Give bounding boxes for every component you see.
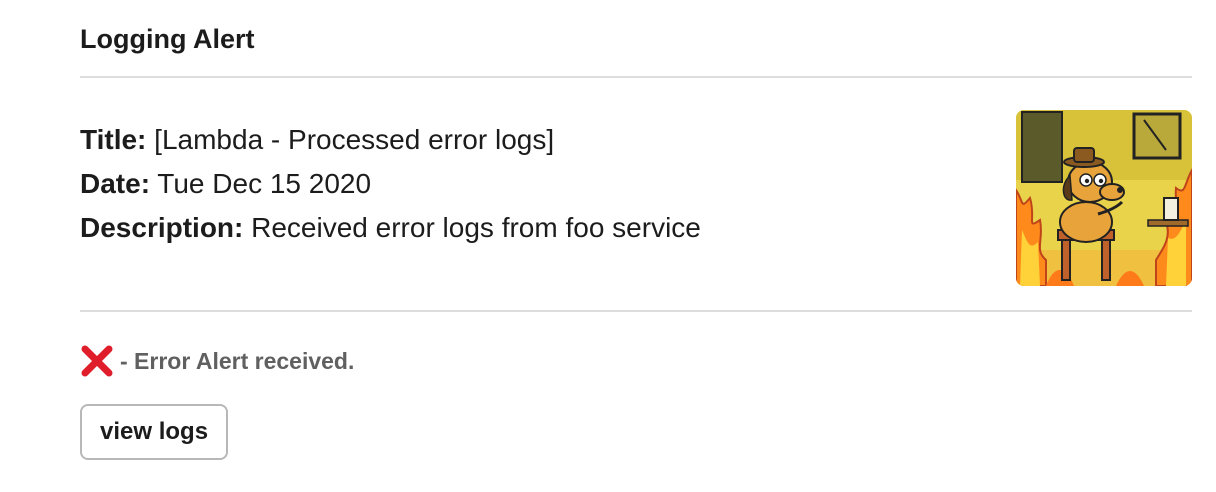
- bottom-divider: [80, 310, 1192, 312]
- this-is-fine-dog-icon: [1016, 110, 1192, 286]
- view-logs-button[interactable]: view logs: [80, 404, 229, 460]
- title-value: [Lambda - Processed error logs]: [146, 124, 555, 155]
- alert-details-section: Title: [Lambda - Processed error logs] D…: [80, 78, 1192, 310]
- this-is-fine-thumbnail[interactable]: [1016, 110, 1192, 286]
- date-field: Date: Tue Dec 15 2020: [80, 162, 701, 206]
- description-label: Description:: [80, 212, 244, 243]
- red-x-icon: [80, 344, 114, 378]
- message-block: Logging Alert Title: [Lambda - Processed…: [80, 0, 1192, 460]
- title-field: Title: [Lambda - Processed error logs]: [80, 118, 701, 162]
- alert-status-text: - Error Alert received.: [120, 347, 355, 374]
- date-label: Date:: [80, 168, 151, 199]
- title-label: Title:: [80, 124, 147, 155]
- alert-status: - Error Alert received.: [80, 344, 354, 378]
- date-value: Tue Dec 15 2020: [150, 168, 372, 199]
- header-title: Logging Alert: [80, 23, 255, 54]
- description-field: Description: Received error logs from fo…: [80, 206, 701, 250]
- alert-fields: Title: [Lambda - Processed error logs] D…: [80, 118, 701, 250]
- header: Logging Alert: [80, 0, 1192, 76]
- description-value: Received error logs from foo service: [243, 212, 701, 243]
